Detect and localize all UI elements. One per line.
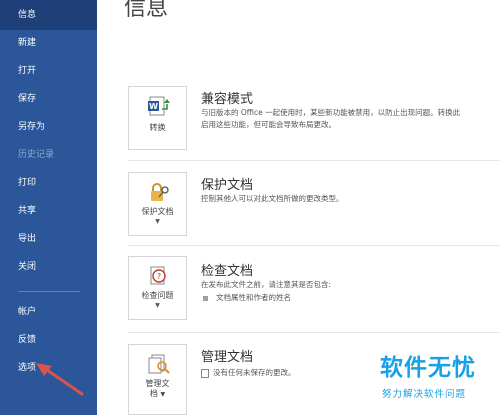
section-divider	[128, 332, 500, 333]
inspect-document-desc: 在发布此文件之前，请注意其是否包含:	[201, 280, 332, 289]
convert-button[interactable]: W 转换	[128, 86, 187, 150]
manage-document-desc-text: 没有任何未保存的更改。	[213, 368, 296, 377]
manage-document-button[interactable]: 管理文 档 ▼	[128, 344, 187, 415]
manage-document-desc: 没有任何未保存的更改。	[201, 367, 296, 379]
protect-document-button[interactable]: 保护文档 ▼	[128, 172, 187, 236]
check-issues-button-label: 检查问题	[141, 291, 174, 300]
sidebar-item-share[interactable]: 共享	[0, 196, 97, 226]
protect-document-desc: 控制其他人可以对此文档所做的更改类型。	[201, 194, 344, 203]
convert-button-label: 转换	[149, 123, 166, 132]
protect-document-title: 保护文档	[201, 178, 254, 193]
inspect-document-bullet: 文档属性和作者的姓名	[201, 292, 291, 304]
section-divider	[128, 245, 500, 246]
sidebar-item-info[interactable]: 信息	[0, 0, 97, 30]
compat-mode-desc-2: 启用这些功能，但可能会导致布局更改。	[201, 120, 336, 129]
sidebar-item-new[interactable]: 新建	[0, 28, 97, 58]
svg-text:?: ?	[157, 272, 161, 281]
watermark: 软件无忧 努力解决软件问题	[370, 348, 500, 403]
svg-text:W: W	[149, 102, 158, 111]
sidebar-item-save-as[interactable]: 另存为	[0, 112, 97, 142]
sidebar-item-close[interactable]: 关闭	[0, 252, 97, 282]
manage-document-button-label-2: 档 ▼	[149, 389, 166, 398]
sidebar-item-export[interactable]: 导出	[0, 224, 97, 254]
page-title: 信息	[124, 0, 169, 21]
lock-key-icon	[151, 183, 169, 201]
inspect-document-icon: ?	[150, 266, 166, 285]
watermark-main-text: 软件无忧	[380, 355, 476, 381]
protect-document-button-label: 保护文档	[141, 207, 174, 216]
backstage-sidebar: 信息 新建 打开 保存 另存为 历史记录 打印 共享 导出 关闭 帐户 反馈 选…	[0, 0, 97, 415]
sidebar-item-open[interactable]: 打开	[0, 56, 97, 86]
chevron-down-icon: ▼	[155, 218, 160, 225]
document-icon	[201, 368, 209, 378]
annotation-arrow	[36, 363, 84, 396]
inspect-document-title: 检查文档	[201, 264, 254, 279]
sidebar-item-account[interactable]: 帐户	[0, 297, 97, 327]
manage-document-title: 管理文档	[201, 350, 254, 365]
chevron-down-icon: ▼	[155, 302, 160, 309]
sidebar-item-history: 历史记录	[18, 150, 55, 160]
sidebar-item-feedback[interactable]: 反馈	[0, 325, 97, 355]
compat-mode-desc-1: 与旧版本的 Office 一起使用时，某些新功能被禁用，以防止出现问题。转换此	[201, 108, 461, 117]
manage-document-icon	[148, 354, 170, 374]
word-convert-icon: W	[148, 96, 170, 116]
bullet-text: 文档属性和作者的姓名	[216, 293, 291, 302]
sidebar-divider	[18, 291, 80, 292]
compat-mode-title: 兼容模式	[201, 92, 254, 107]
manage-document-button-label-1: 管理文	[145, 379, 170, 388]
section-divider	[128, 160, 500, 161]
sidebar-item-save[interactable]: 保存	[0, 84, 97, 114]
chevron-down-icon: ▼	[160, 391, 166, 398]
watermark-sub-text: 努力解决软件问题	[382, 389, 467, 400]
bullet-marker	[203, 295, 208, 301]
sidebar-item-print[interactable]: 打印	[0, 168, 97, 198]
check-issues-button[interactable]: ? 检查问题 ▼	[128, 256, 187, 320]
